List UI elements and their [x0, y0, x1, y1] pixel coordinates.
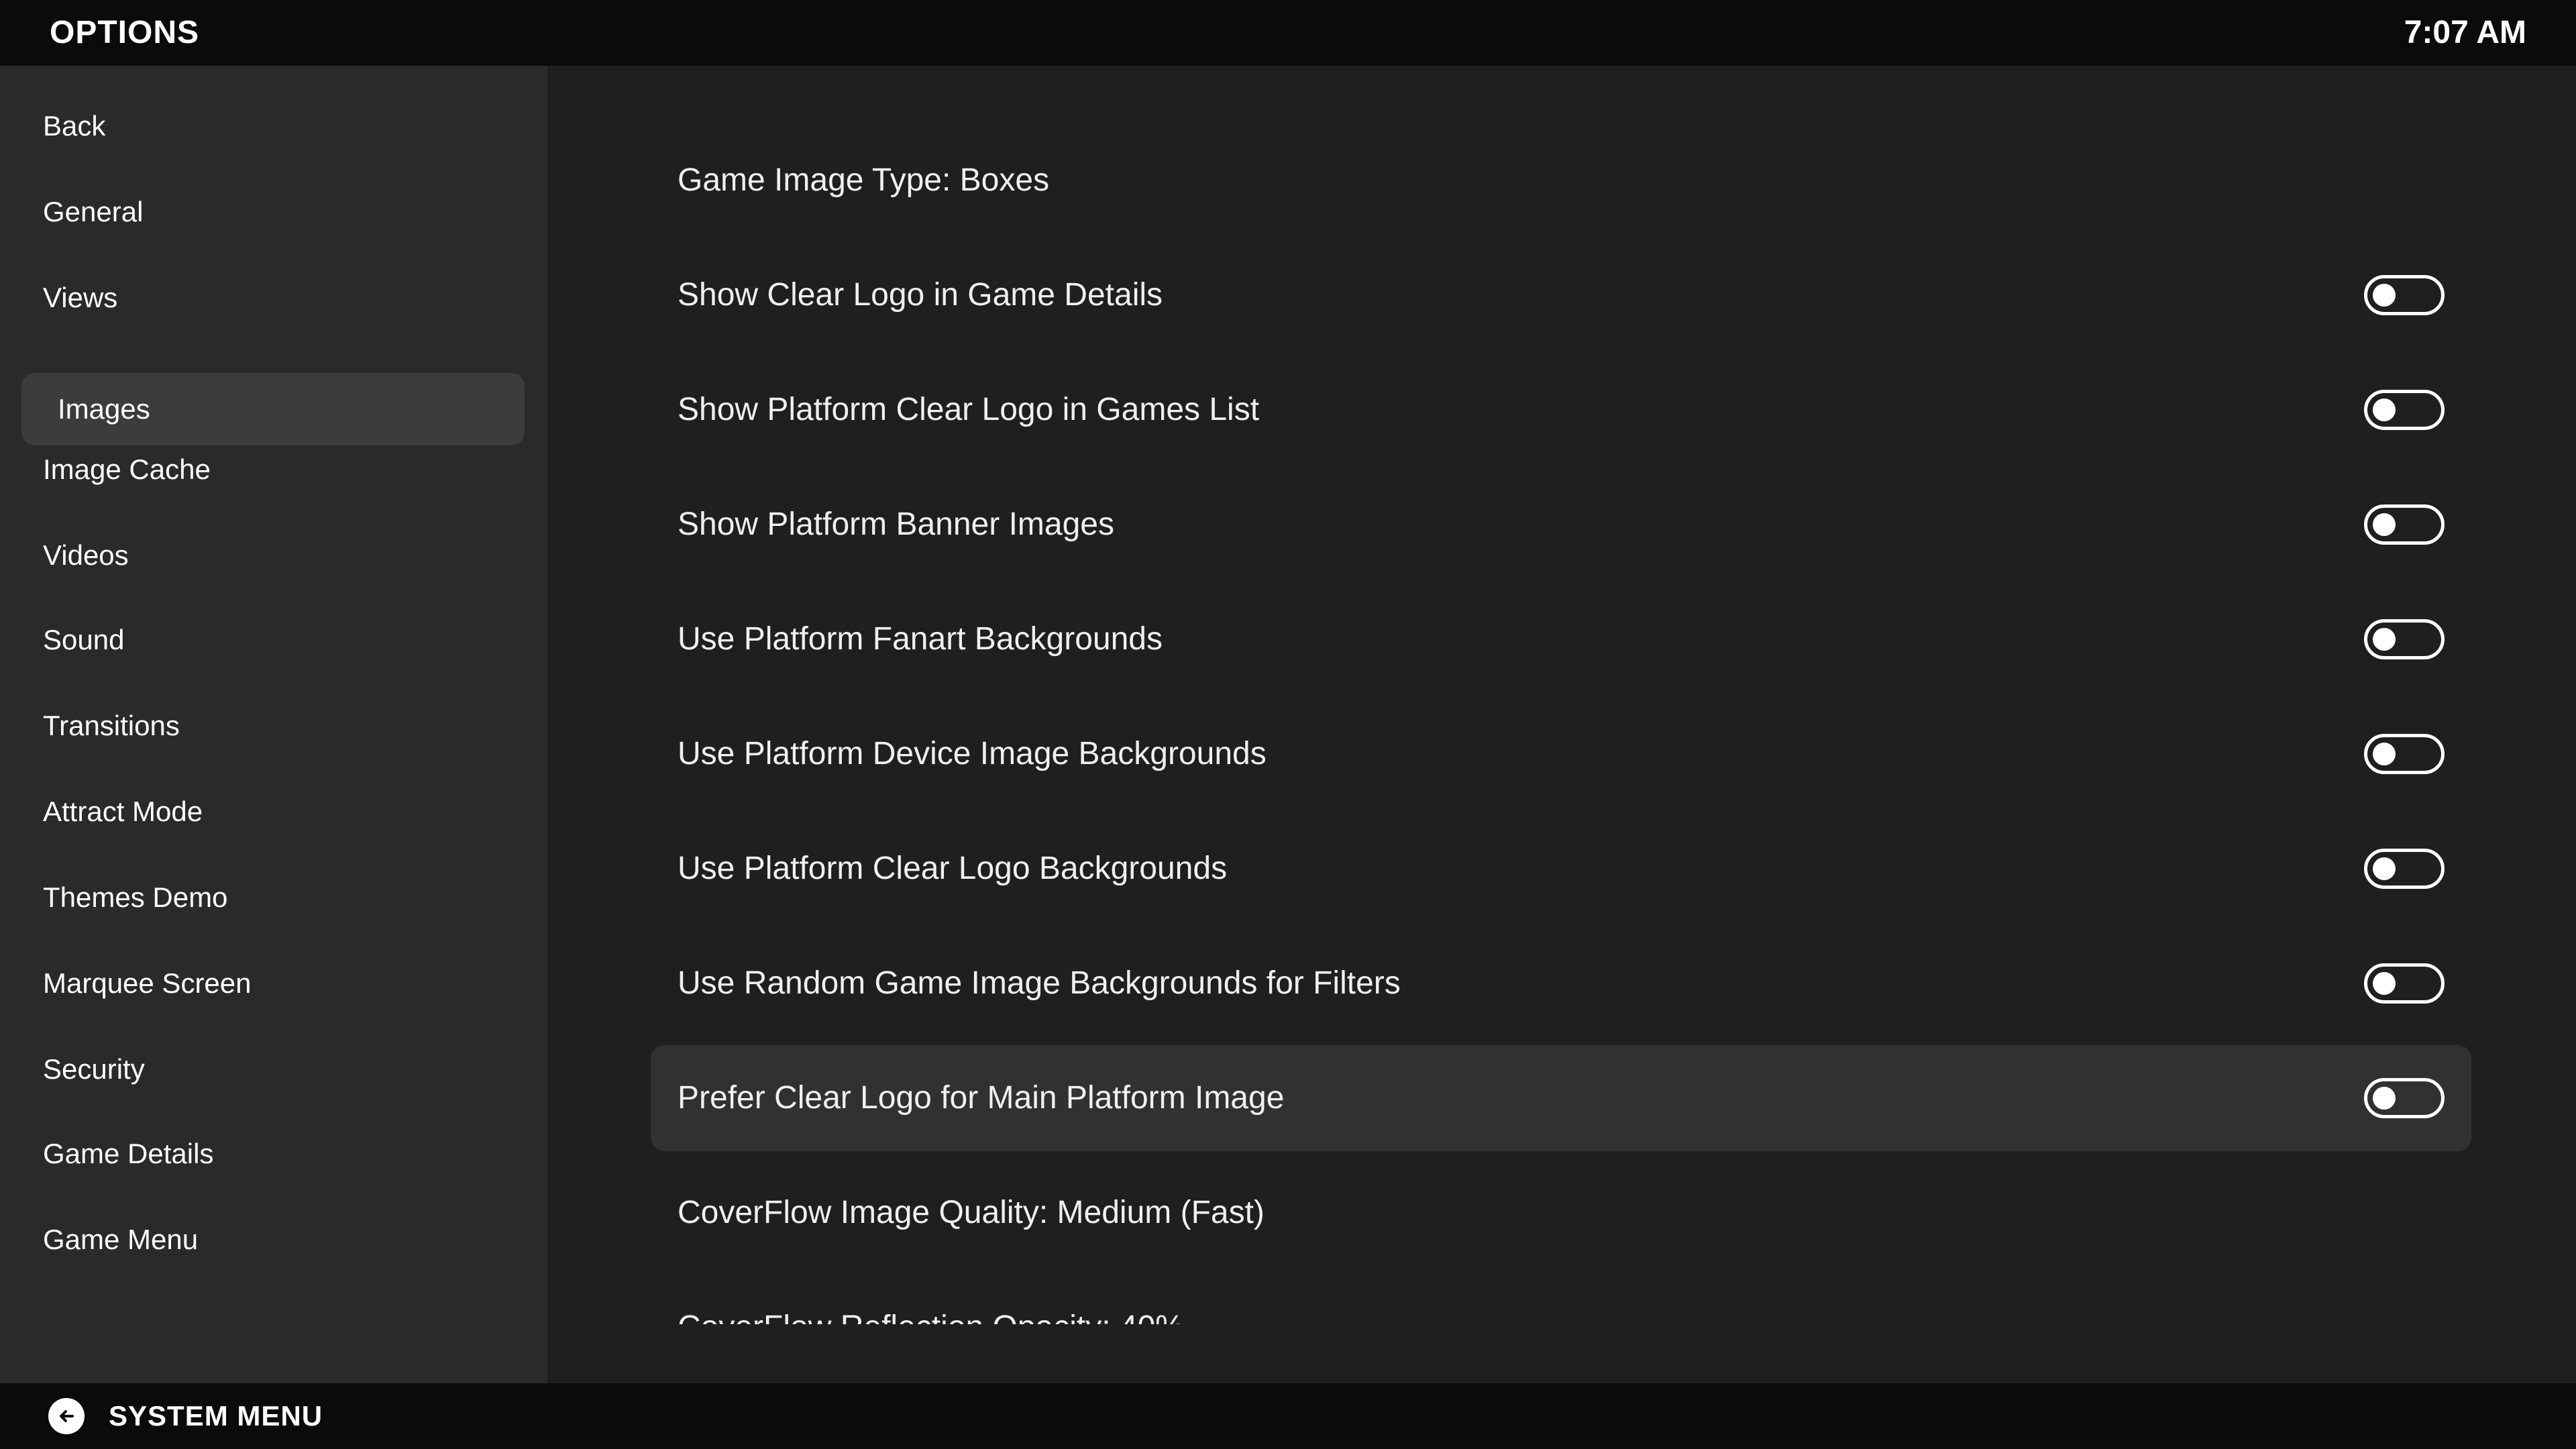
arrow-left-circle-icon[interactable] [48, 1398, 85, 1434]
sidebar-item-marquee-screen[interactable]: Marquee Screen [21, 947, 525, 1020]
sidebar-item-game-details[interactable]: Game Details [21, 1118, 525, 1190]
toggle-switch[interactable] [2364, 1078, 2445, 1118]
option-label: Use Platform Clear Logo Backgrounds [678, 851, 1228, 886]
toggle-switch[interactable] [2364, 390, 2445, 430]
sidebar-item-views[interactable]: Views [21, 262, 525, 334]
options-list[interactable]: Game Image Type: Boxes Show Clear Logo i… [547, 66, 2576, 1324]
top-bar: OPTIONS 7:07 AM [0, 0, 2576, 66]
option-label: Use Platform Device Image Backgrounds [678, 736, 1267, 771]
option-game-image-type[interactable]: Game Image Type: Boxes [651, 127, 2471, 233]
option-label: Use Platform Fanart Backgrounds [678, 621, 1163, 657]
bottom-bar: SYSTEM MENU [0, 1383, 2576, 1449]
option-label: Show Platform Clear Logo in Games List [678, 392, 1260, 427]
option-show-clear-logo-game-details[interactable]: Show Clear Logo in Game Details [651, 242, 2471, 348]
options-panel: Game Image Type: Boxes Show Clear Logo i… [547, 66, 2576, 1383]
toggle-knob [2373, 1087, 2396, 1110]
sidebar-item-sound[interactable]: Sound [21, 604, 525, 676]
sidebar-item-general[interactable]: General [21, 176, 525, 248]
sidebar-item-game-menu[interactable]: Game Menu [21, 1203, 525, 1276]
option-use-random-game-image-backgrounds[interactable]: Use Random Game Image Backgrounds for Fi… [651, 930, 2471, 1036]
option-label: Game Image Type: Boxes [678, 162, 1050, 198]
toggle-switch[interactable] [2364, 619, 2445, 659]
toggle-switch[interactable] [2364, 275, 2445, 315]
toggle-switch[interactable] [2364, 504, 2445, 545]
toggle-switch[interactable] [2364, 734, 2445, 774]
option-prefer-clear-logo-main-platform[interactable]: Prefer Clear Logo for Main Platform Imag… [651, 1045, 2471, 1151]
sidebar-item-themes-demo[interactable]: Themes Demo [21, 861, 525, 934]
option-use-platform-fanart-backgrounds[interactable]: Use Platform Fanart Backgrounds [651, 586, 2471, 692]
option-use-platform-device-image-backgrounds[interactable]: Use Platform Device Image Backgrounds [651, 701, 2471, 807]
toggle-knob [2373, 284, 2396, 307]
toggle-knob [2373, 857, 2396, 880]
option-show-platform-clear-logo-games-list[interactable]: Show Platform Clear Logo in Games List [651, 357, 2471, 463]
option-label: CoverFlow Image Quality: Medium (Fast) [678, 1195, 1265, 1230]
sidebar-item-back[interactable]: Back [21, 90, 525, 162]
sidebar-item-attract-mode[interactable]: Attract Mode [21, 775, 525, 848]
toggle-knob [2373, 972, 2396, 995]
sidebar: Back General Views Images Image Cache Vi… [0, 66, 547, 1383]
option-label: Show Clear Logo in Game Details [678, 277, 1163, 313]
sidebar-item-security[interactable]: Security [21, 1033, 525, 1106]
toggle-knob [2373, 743, 2396, 765]
sidebar-item-transitions[interactable]: Transitions [21, 690, 525, 762]
option-label: Use Random Game Image Backgrounds for Fi… [678, 965, 1401, 1001]
toggle-knob [2373, 398, 2396, 421]
option-use-platform-clear-logo-backgrounds[interactable]: Use Platform Clear Logo Backgrounds [651, 816, 2471, 922]
system-menu-label[interactable]: SYSTEM MENU [109, 1398, 323, 1434]
sidebar-item-image-cache[interactable]: Image Cache [21, 433, 525, 506]
page-title: OPTIONS [50, 15, 200, 50]
option-coverflow-reflection-opacity[interactable]: CoverFlow Reflection Opacity: 40% [651, 1275, 2471, 1324]
option-label: Show Platform Banner Images [678, 506, 1114, 542]
sidebar-item-videos[interactable]: Videos [21, 519, 525, 592]
toggle-knob [2373, 628, 2396, 651]
toggle-switch[interactable] [2364, 963, 2445, 1004]
clock: 7:07 AM [2404, 15, 2526, 50]
option-coverflow-image-quality[interactable]: CoverFlow Image Quality: Medium (Fast) [651, 1160, 2471, 1266]
toggle-knob [2373, 513, 2396, 536]
option-show-platform-banner-images[interactable]: Show Platform Banner Images [651, 472, 2471, 578]
option-label: CoverFlow Reflection Opacity: 40% [678, 1275, 1184, 1324]
toggle-switch[interactable] [2364, 849, 2445, 889]
option-label: Prefer Clear Logo for Main Platform Imag… [678, 1080, 1285, 1116]
